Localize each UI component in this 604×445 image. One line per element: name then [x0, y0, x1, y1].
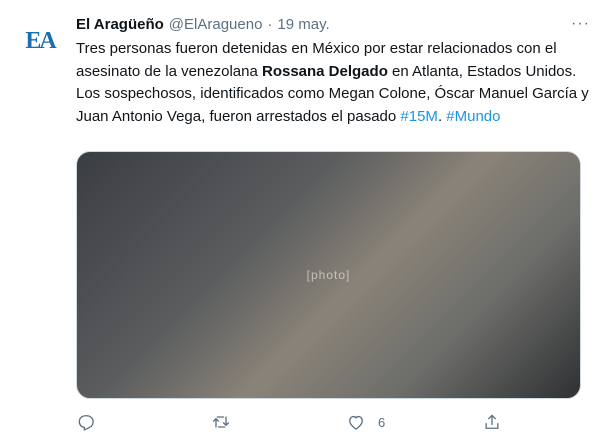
more-options-icon[interactable]: ···: [571, 15, 590, 33]
share-icon: [485, 414, 499, 429]
hashtag-mundo[interactable]: #Mundo: [446, 108, 500, 125]
avatar[interactable]: EA: [15, 16, 65, 66]
user-handle[interactable]: @ElAragueno: [169, 16, 263, 33]
heart-icon: [349, 415, 363, 430]
display-name[interactable]: El Aragüeño: [76, 16, 164, 33]
separator-dot: ·: [267, 15, 273, 33]
tweet-photo[interactable]: [photo]: [76, 151, 581, 399]
retweet-icon: [212, 416, 230, 428]
tweet-card[interactable]: EA El Aragüeño @ElAragueno · 19 may. ···…: [0, 0, 604, 445]
like-button[interactable]: 6: [346, 412, 385, 432]
reply-button[interactable]: [76, 412, 96, 432]
tweet-text: Tres personas fueron detenidas en México…: [76, 38, 596, 128]
tweet-date[interactable]: 19 may.: [277, 16, 329, 33]
tweet-header: El Aragüeño @ElAragueno · 19 may. ···: [76, 13, 590, 35]
retweet-button[interactable]: [211, 412, 231, 432]
like-count: 6: [378, 414, 386, 430]
reply-icon: [78, 415, 94, 431]
tweet-text-bold-name: Rossana Delgado: [261, 62, 388, 80]
tweet-actions: 6: [76, 412, 516, 436]
share-button[interactable]: [482, 412, 502, 432]
el-aragueno-logo: EA: [25, 27, 56, 54]
photo-placeholder: [photo]: [306, 268, 351, 282]
hashtag-15m[interactable]: #15M: [400, 108, 438, 125]
